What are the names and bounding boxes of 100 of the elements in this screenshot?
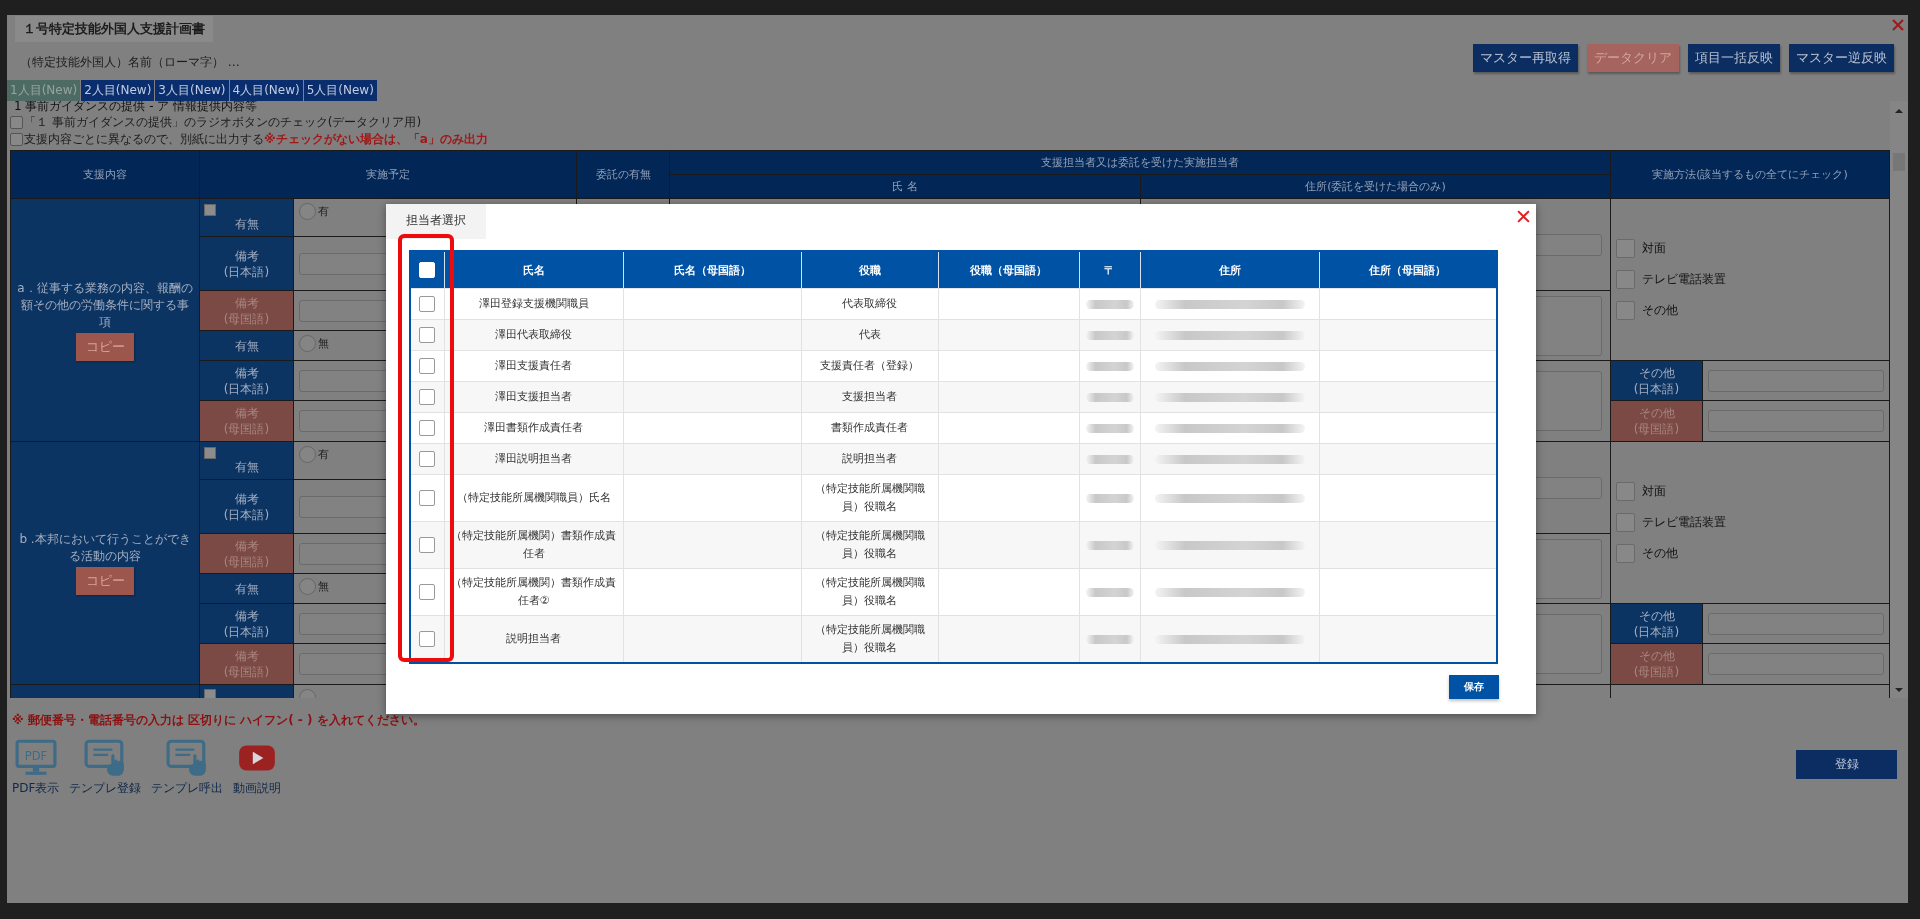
remarks-japanese-label: 備考 (日本語) <box>223 490 270 523</box>
job-title: （特定技能所属機関職員）役職名 <box>814 576 925 607</box>
person-name: 澤田支援担当者 <box>495 390 572 403</box>
person-name: （特定技能所属機関）書類作成責任者② <box>451 576 616 607</box>
input-field[interactable] <box>1708 369 1884 392</box>
radio-label: 有 <box>318 204 329 219</box>
toolbar-button[interactable]: 項目一括反映 <box>1688 44 1780 72</box>
column-header: 役職（母国語） <box>938 251 1079 289</box>
job-title: 支援責任者（登録） <box>820 359 919 372</box>
screen-hand-icon[interactable] <box>166 739 209 777</box>
column-header: 氏 名 <box>670 175 1140 198</box>
register-button[interactable]: 登録 <box>1796 749 1897 779</box>
person-tab[interactable]: 5人目(New) <box>303 80 377 101</box>
tool-label[interactable]: 動画説明 <box>233 780 282 797</box>
radio-label: 無 <box>318 336 329 351</box>
method-label: 対面 <box>1642 483 1666 500</box>
column-header: 住所（母国語） <box>1319 251 1497 289</box>
job-title: （特定技能所属機関職員）役職名 <box>814 529 925 560</box>
yes-no-label: 有無 <box>234 580 259 597</box>
radio-label: 無 <box>318 579 329 594</box>
remarks-japanese-label: 備考 (日本語) <box>223 364 270 397</box>
person-tab[interactable]: 3人目(New) <box>155 80 229 101</box>
input-note: ※ 郵便番号・電話番号の入力は 区切りに ハイフン( - ) を入れてください。 <box>12 712 426 729</box>
row-checkbox[interactable] <box>419 584 436 600</box>
tool-label[interactable]: テンプレ登録 <box>69 780 142 797</box>
window-title: １号特定技能外国人支援計画書 <box>15 16 213 42</box>
tool-label[interactable]: テンプレ呼出 <box>151 780 224 797</box>
job-title: 説明担当者 <box>842 452 897 465</box>
row-checkbox[interactable] <box>419 451 436 467</box>
column-header: 支援担当者又は委託を受けた実施担当者 <box>670 151 1610 174</box>
column-header: 住所 <box>1140 251 1319 289</box>
checkbox[interactable] <box>204 446 216 459</box>
checkbox[interactable] <box>1616 270 1635 289</box>
person-tab[interactable]: 4人目(New) <box>229 80 303 101</box>
input-field[interactable] <box>1708 410 1884 432</box>
checkbox[interactable] <box>204 689 216 698</box>
radio-label: 有 <box>318 447 329 462</box>
column-header: 実施方法(該当するもの全てにチェック) <box>1611 151 1889 198</box>
person-name: 説明担当者 <box>506 632 561 645</box>
remarks-japanese-label: 備考 (日本語) <box>223 247 270 280</box>
radio-button[interactable] <box>299 335 316 352</box>
radio-button[interactable] <box>299 446 316 463</box>
checkbox[interactable] <box>1616 513 1635 532</box>
column-header: 支援内容 <box>11 151 199 198</box>
toolbar-button[interactable]: マスター再取得 <box>1473 44 1578 72</box>
column-header: 〒 <box>1079 251 1140 289</box>
row-checkbox[interactable] <box>419 327 436 343</box>
row-checkbox[interactable] <box>419 631 436 647</box>
person-name: 澤田支援責任者 <box>495 359 572 372</box>
checkbox[interactable] <box>1616 239 1635 258</box>
toolbar-button[interactable]: マスター逆反映 <box>1789 44 1894 72</box>
scrollbar[interactable] <box>1890 101 1908 698</box>
close-icon[interactable] <box>1517 210 1530 223</box>
column-header: 住所(委託を受けた場合のみ) <box>1141 175 1610 198</box>
checkbox[interactable] <box>1616 301 1635 320</box>
checkbox[interactable] <box>1616 544 1635 563</box>
row-checkbox[interactable] <box>419 490 436 506</box>
person-name: （特定技能所属機関）書類作成責任者 <box>451 529 616 560</box>
column-header: 委託の有無 <box>577 151 669 198</box>
person-tab[interactable]: 2人目(New) <box>81 80 155 101</box>
select-all-checkbox[interactable] <box>419 262 436 278</box>
checkbox[interactable] <box>1616 482 1635 501</box>
row-checkbox[interactable] <box>419 296 436 312</box>
method-label: テレビ電話装置 <box>1642 514 1726 531</box>
person-name: 澤田書類作成責任者 <box>484 421 583 434</box>
radio-button[interactable] <box>299 578 316 595</box>
yes-no-label: 有無 <box>234 215 259 232</box>
checkbox[interactable] <box>10 116 23 129</box>
radio-button[interactable] <box>299 203 316 220</box>
close-icon[interactable] <box>1892 19 1904 31</box>
input-field[interactable] <box>1708 612 1884 635</box>
row-checkbox[interactable] <box>419 537 436 553</box>
method-label: その他 <box>1642 302 1678 319</box>
method-label: テレビ電話装置 <box>1642 271 1726 288</box>
job-title: 代表取締役 <box>842 297 897 310</box>
checkbox[interactable] <box>10 133 23 146</box>
row-checkbox[interactable] <box>419 389 436 405</box>
row-checkbox[interactable] <box>419 420 436 436</box>
column-header: 氏名（母国語） <box>623 251 801 289</box>
tool-label[interactable]: PDF表示 <box>12 780 60 797</box>
save-button[interactable]: 保存 <box>1449 675 1499 699</box>
option-label: 「１ 事前ガイダンスの提供」のラジオボタンのチェック(データクリア用) <box>24 114 422 131</box>
job-title: （特定技能所属機関職員）役職名 <box>814 623 925 654</box>
screen-hand-icon[interactable] <box>84 739 127 777</box>
yes-no-label: 有無 <box>234 458 259 475</box>
row-checkbox[interactable] <box>419 358 436 374</box>
column-header: 氏名 <box>444 251 623 289</box>
checkbox[interactable] <box>204 203 216 216</box>
person-name: 澤田登録支援機関職員 <box>478 297 589 310</box>
column-header: 実施予定 <box>200 151 576 198</box>
person-name: 澤田説明担当者 <box>495 452 572 465</box>
method-label: 対面 <box>1642 240 1666 257</box>
job-title: 代表 <box>858 328 881 341</box>
method-label: その他 <box>1642 545 1678 562</box>
yes-no-label: 有無 <box>234 337 259 354</box>
other-japanese-label: その他 (日本語) <box>1633 364 1680 397</box>
input-field[interactable] <box>1708 653 1884 675</box>
remarks-japanese-label: 備考 (日本語) <box>223 607 270 640</box>
person-name: 澤田代表取締役 <box>495 328 572 341</box>
person-name: （特定技能所属機関職員）氏名 <box>456 491 611 504</box>
